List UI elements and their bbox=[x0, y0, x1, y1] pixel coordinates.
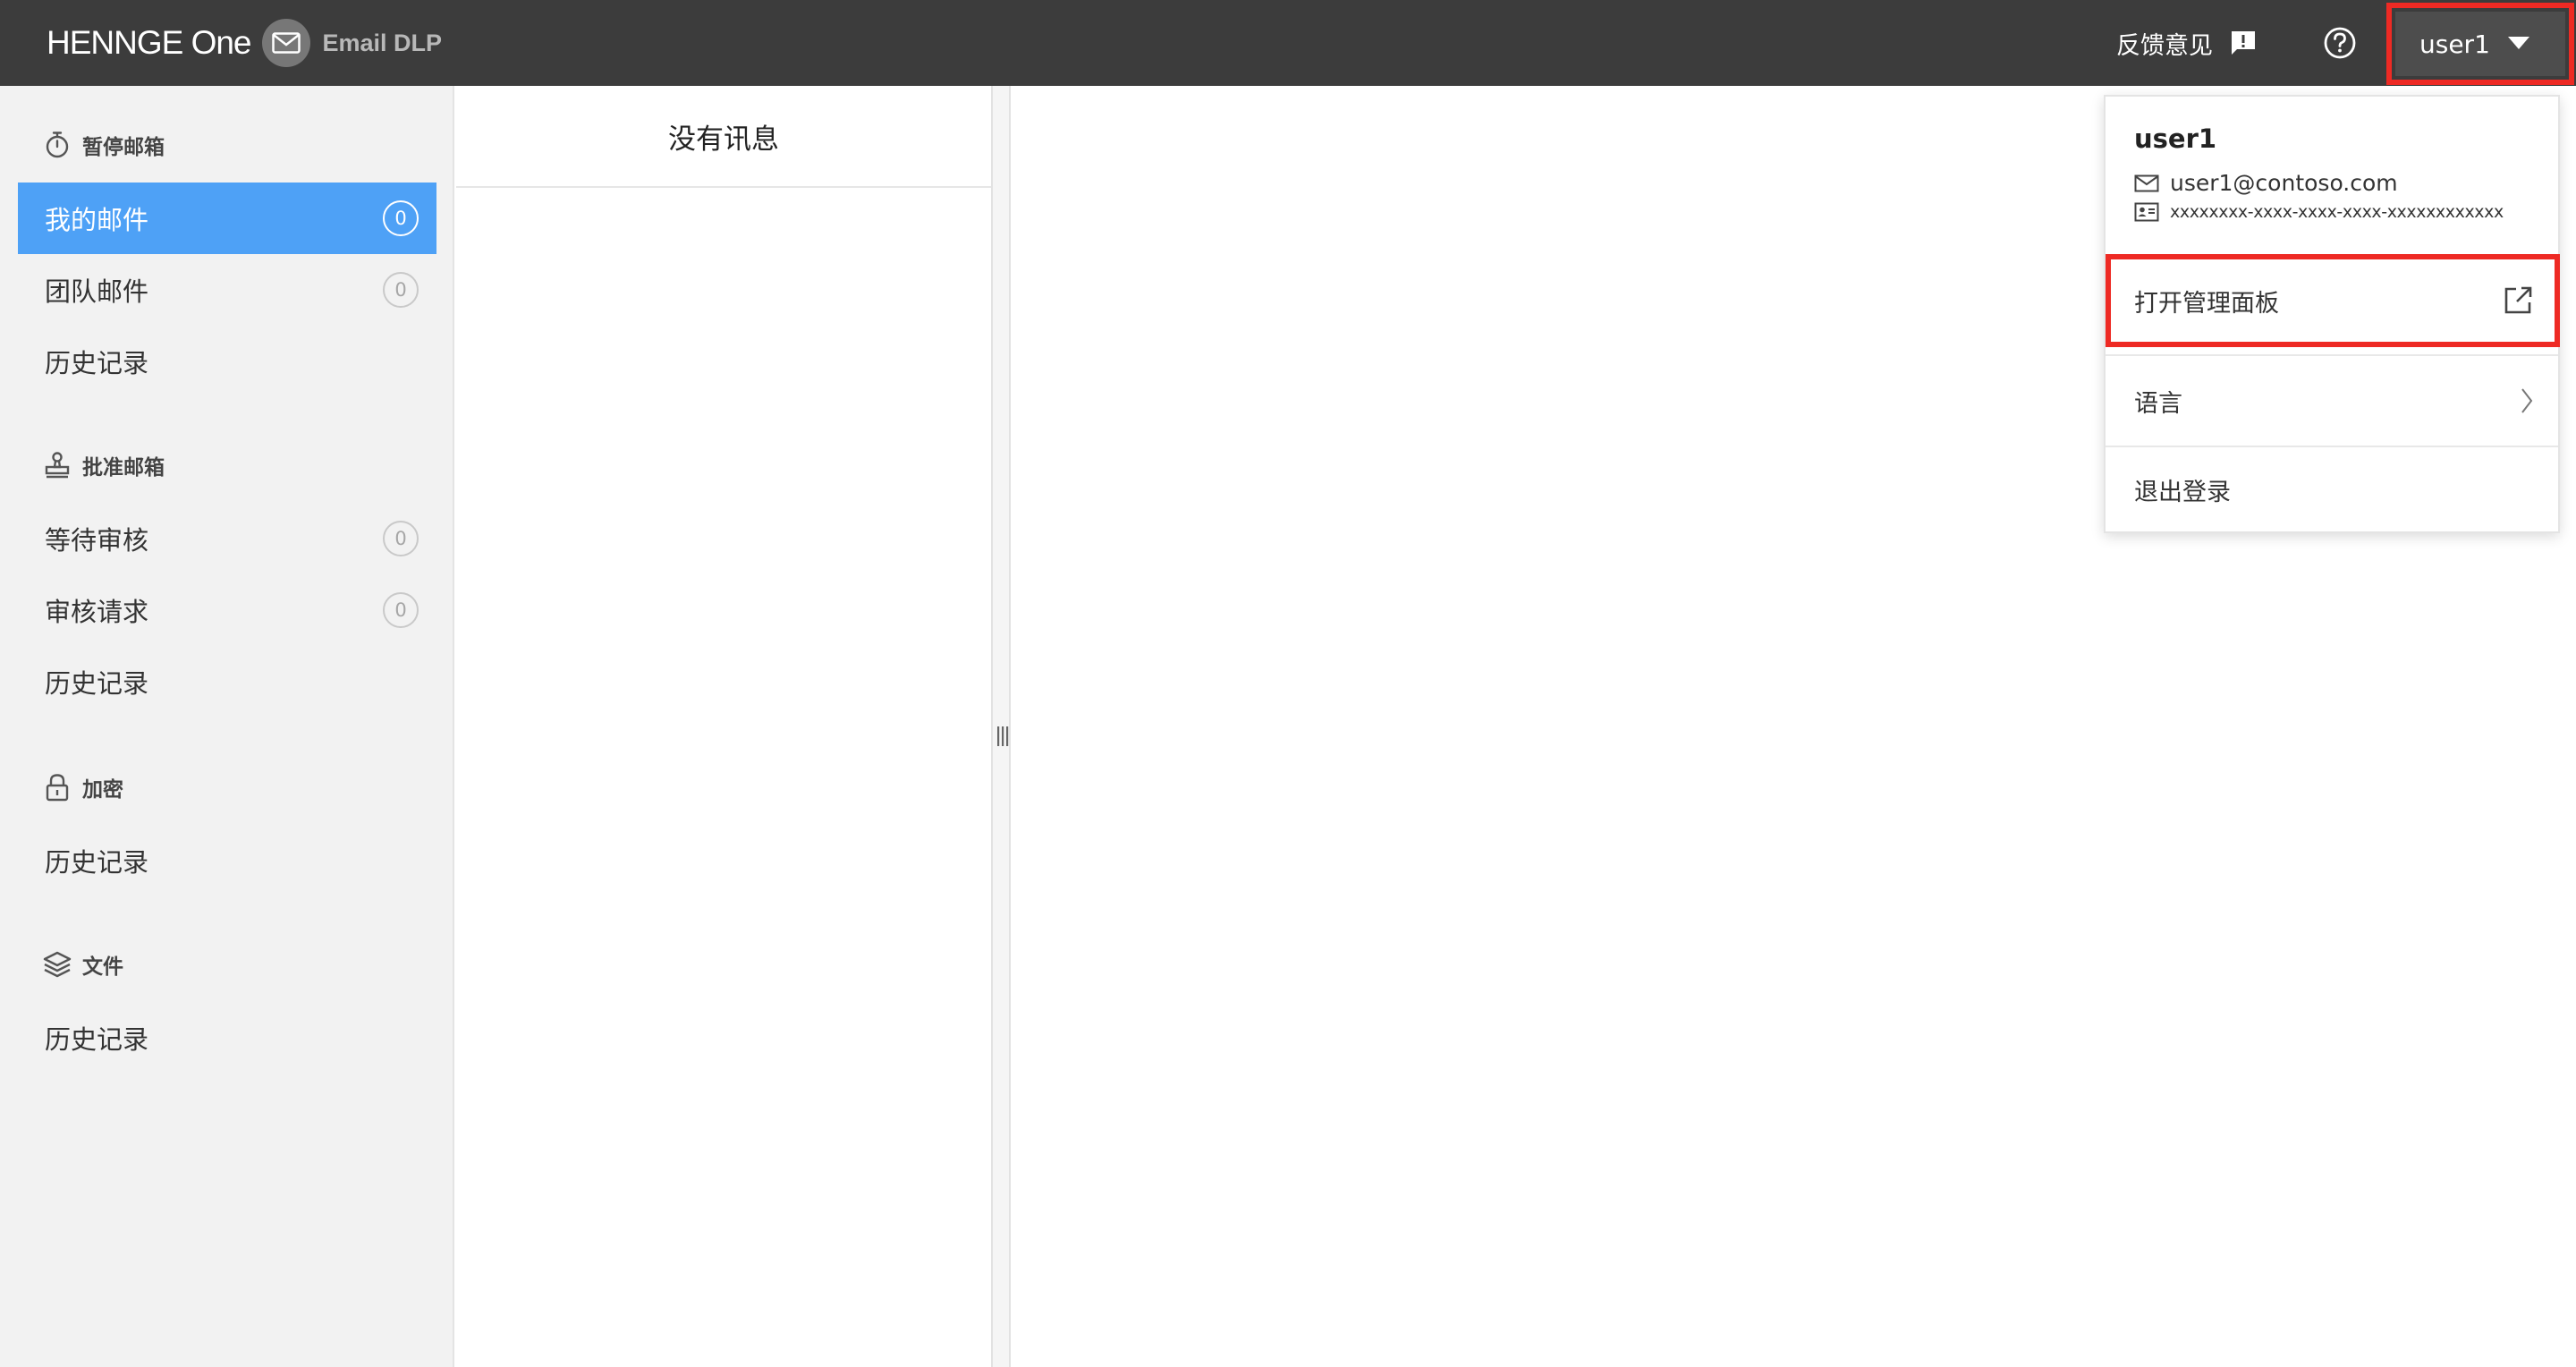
layers-icon bbox=[43, 949, 72, 980]
sidebar-item-my-mail[interactable]: 我的邮件 0 bbox=[18, 183, 436, 254]
logout-item[interactable]: 退出登录 bbox=[2106, 446, 2558, 533]
external-link-icon bbox=[2503, 285, 2533, 316]
top-bar: HENNGE One Email DLP 反馈意见 user1 bbox=[0, 0, 2576, 86]
open-admin-label: 打开管理面板 bbox=[2134, 289, 2279, 318]
sidebar-item-pause-history[interactable]: 历史记录 bbox=[18, 326, 436, 397]
henngeone-logo: HENNGE One bbox=[47, 24, 252, 61]
product-name: Email DLP bbox=[322, 29, 443, 56]
id-card-icon bbox=[2134, 202, 2161, 222]
sidebar-item-label: 等待审核 bbox=[45, 525, 149, 556]
section-title: 文件 bbox=[82, 955, 123, 979]
language-item[interactable]: 语言 bbox=[2106, 356, 2558, 446]
language-label: 语言 bbox=[2134, 389, 2182, 418]
user-menu-button[interactable]: user1 bbox=[2395, 12, 2565, 76]
sidebar-item-files-history[interactable]: 历史记录 bbox=[18, 1002, 436, 1074]
menu-id-row: xxxxxxxx-xxxx-xxxx-xxxx-xxxxxxxxxxxx bbox=[2134, 202, 2504, 222]
menu-email: user1@contoso.com bbox=[2170, 170, 2398, 196]
chevron-right-icon bbox=[2521, 387, 2533, 414]
lock-icon bbox=[43, 772, 72, 802]
sidebar: 暂停邮箱 我的邮件 0 团队邮件 0 历史记录 批准邮箱 等待审核 0 审核请求… bbox=[0, 86, 454, 1367]
drag-handle-icon bbox=[996, 726, 1009, 746]
user-button-label: user1 bbox=[2419, 29, 2490, 59]
message-list-header: 没有讯息 bbox=[456, 86, 991, 188]
section-title: 批准邮箱 bbox=[82, 456, 165, 480]
feedback-button[interactable]: 反馈意见 bbox=[2116, 21, 2258, 64]
sidebar-item-team-mail[interactable]: 团队邮件 0 bbox=[18, 254, 436, 326]
count-badge: 0 bbox=[383, 592, 419, 628]
sidebar-item-label: 团队邮件 bbox=[45, 276, 149, 307]
section-title: 暂停邮箱 bbox=[82, 136, 165, 159]
sidebar-item-encryption-history[interactable]: 历史记录 bbox=[18, 825, 436, 896]
feedback-label: 反馈意见 bbox=[2116, 31, 2213, 60]
caret-down-icon bbox=[2508, 37, 2529, 49]
sidebar-item-label: 历史记录 bbox=[45, 1024, 149, 1055]
empty-message-text: 没有讯息 bbox=[668, 123, 779, 156]
count-badge: 0 bbox=[383, 272, 419, 308]
envelope-icon bbox=[2134, 174, 2161, 192]
section-header-files: 文件 bbox=[43, 947, 123, 982]
section-header-approval-mailbox: 批准邮箱 bbox=[43, 447, 165, 483]
stopwatch-icon bbox=[43, 130, 72, 160]
sidebar-item-label: 我的邮件 bbox=[45, 205, 149, 235]
sidebar-item-label: 审核请求 bbox=[45, 597, 149, 627]
sidebar-item-label: 历史记录 bbox=[45, 348, 149, 378]
section-header-encryption: 加密 bbox=[43, 769, 123, 805]
brand[interactable]: HENNGE One Email DLP bbox=[47, 0, 442, 86]
sidebar-item-label: 历史记录 bbox=[45, 668, 149, 699]
feedback-icon bbox=[2229, 29, 2258, 57]
help-icon[interactable] bbox=[2322, 25, 2358, 61]
section-title: 加密 bbox=[82, 778, 123, 802]
section-header-pause-mailbox: 暂停邮箱 bbox=[43, 127, 165, 163]
sidebar-item-awaiting-review[interactable]: 等待审核 0 bbox=[18, 503, 436, 574]
message-list: 没有讯息 bbox=[456, 86, 991, 1367]
sidebar-item-approval-history[interactable]: 历史记录 bbox=[18, 646, 436, 717]
logout-label: 退出登录 bbox=[2134, 478, 2231, 506]
menu-email-row: user1@contoso.com bbox=[2134, 170, 2398, 196]
sidebar-item-label: 历史记录 bbox=[45, 847, 149, 878]
menu-username: user1 bbox=[2134, 123, 2217, 154]
menu-user-id: xxxxxxxx-xxxx-xxxx-xxxx-xxxxxxxxxxxx bbox=[2170, 202, 2504, 222]
mail-icon bbox=[261, 19, 310, 67]
sidebar-item-review-requests[interactable]: 审核请求 0 bbox=[18, 574, 436, 646]
stamp-icon bbox=[43, 450, 72, 480]
pane-splitter[interactable] bbox=[991, 86, 1011, 1367]
count-badge: 0 bbox=[383, 521, 419, 556]
open-admin-panel-item[interactable]: 打开管理面板 bbox=[2106, 256, 2558, 345]
user-dropdown-menu: user1 user1@contoso.com xxxxxxxx-xxxx-xx… bbox=[2104, 95, 2560, 533]
count-badge: 0 bbox=[383, 200, 419, 236]
